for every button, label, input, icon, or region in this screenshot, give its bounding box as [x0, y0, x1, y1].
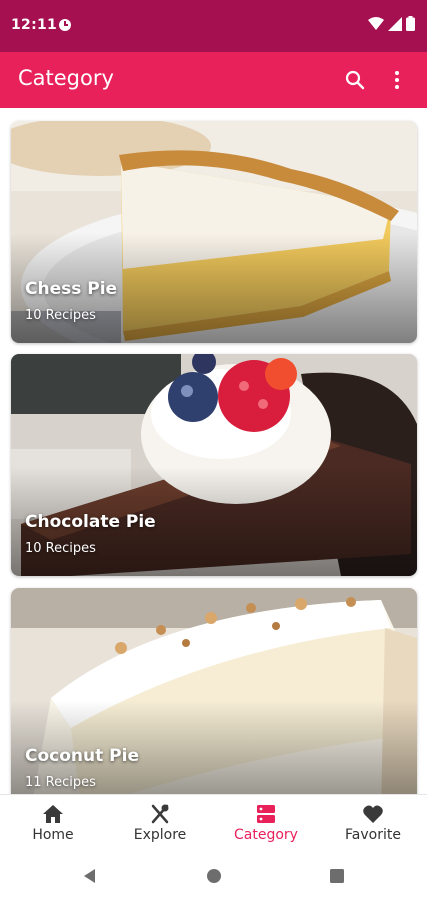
category-count: 10 Recipes	[25, 308, 96, 323]
status-time: 12:11	[11, 17, 58, 33]
search-icon[interactable]	[343, 68, 367, 92]
nav-label: Home	[32, 827, 74, 843]
nav-label: Favorite	[345, 827, 401, 843]
category-list[interactable]: Chess Pie 10 Recipes Chocolate Pie 10 Re…	[0, 108, 427, 794]
category-count: 11 Recipes	[25, 775, 96, 790]
nav-explore[interactable]: Explore	[107, 795, 213, 853]
category-card-chess-pie[interactable]: Chess Pie 10 Recipes	[11, 121, 417, 343]
status-bar: 12:11	[0, 0, 427, 52]
back-icon[interactable]	[80, 866, 100, 886]
battery-icon	[406, 16, 415, 31]
notification-icon	[59, 19, 71, 31]
category-icon	[257, 805, 275, 823]
category-card-chocolate-pie[interactable]: Chocolate Pie 10 Recipes	[11, 354, 417, 576]
bottom-navigation: Home Explore Category Favorite	[0, 794, 427, 853]
signal-icon	[388, 16, 402, 31]
nav-home[interactable]: Home	[0, 795, 106, 853]
home-icon	[43, 805, 63, 823]
category-count: 10 Recipes	[25, 541, 96, 556]
nav-label: Explore	[133, 827, 187, 843]
nav-category[interactable]: Category	[213, 795, 319, 853]
nav-favorite[interactable]: Favorite	[320, 795, 426, 853]
category-title: Chess Pie	[25, 279, 118, 299]
category-title: Chocolate Pie	[25, 512, 156, 532]
app-bar: Category	[0, 52, 427, 108]
category-title: Coconut Pie	[25, 746, 139, 766]
system-navigation-bar	[0, 852, 427, 900]
page-title: Category	[18, 66, 114, 90]
home-button-icon[interactable]	[204, 866, 224, 886]
more-vert-icon[interactable]	[385, 68, 409, 92]
nav-label: Category	[234, 827, 298, 843]
recents-icon[interactable]	[327, 866, 347, 886]
wifi-icon	[368, 16, 384, 30]
utensils-icon	[151, 804, 169, 824]
heart-icon	[363, 805, 383, 823]
status-icons	[368, 16, 415, 31]
category-card-coconut-pie[interactable]: Coconut Pie 11 Recipes	[11, 588, 417, 794]
